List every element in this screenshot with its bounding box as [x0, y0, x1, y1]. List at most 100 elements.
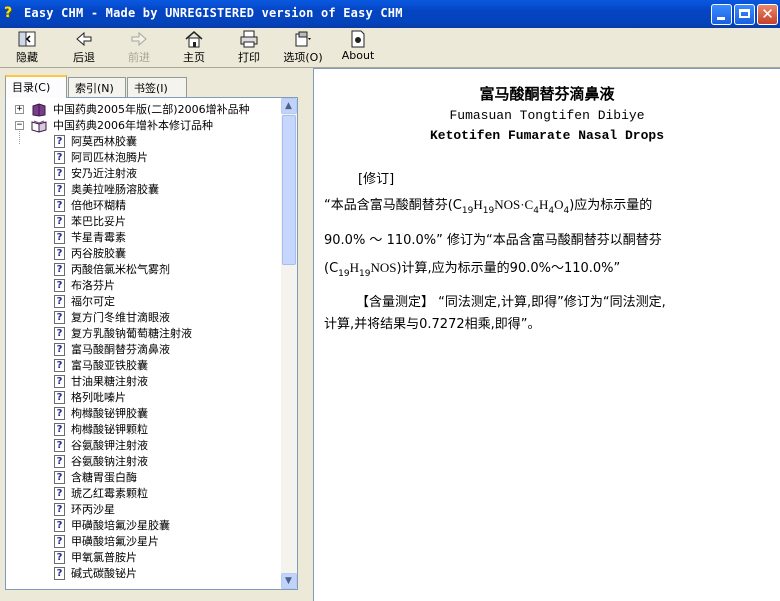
tree-item[interactable]: ? 奥美拉唑肠溶胶囊 — [6, 182, 281, 198]
hide-button[interactable]: 隐藏 — [10, 30, 44, 66]
title-bar: ? Easy CHM - Made by UNREGISTERED versio… — [0, 0, 780, 28]
content-pane: 富马酸酮替芬滴鼻液 Fumasuan Tongtifen Dibiye Keto… — [313, 68, 780, 601]
home-icon — [185, 31, 203, 48]
help-topic-icon: ? — [54, 391, 65, 404]
help-topic-icon: ? — [54, 199, 65, 212]
help-topic-icon: ? — [54, 551, 65, 564]
window-title: Easy CHM - Made by UNREGISTERED version … — [24, 6, 403, 20]
chm-help-icon: ? — [4, 5, 13, 21]
help-topic-icon: ? — [54, 567, 65, 580]
tree-item[interactable]: ? 甲磺酸培氟沙星胶囊 — [6, 518, 281, 534]
tree-item[interactable]: ? 福尔可定 — [6, 294, 281, 310]
minimize-icon — [717, 17, 725, 20]
tree-item[interactable]: ? 复方乳酸钠葡萄糖注射液 — [6, 326, 281, 342]
tree-item[interactable]: ? 富马酸亚铁胶囊 — [6, 358, 281, 374]
tree-book-2005[interactable]: + 中国药典2005年版(二部)2006增补品种 — [6, 102, 281, 118]
help-topic-icon: ? — [54, 231, 65, 244]
maximize-icon — [739, 9, 750, 18]
help-topic-icon: ? — [54, 247, 65, 260]
hide-pane-icon — [18, 31, 36, 47]
help-topic-icon: ? — [54, 471, 65, 484]
contents-tree[interactable]: + 中国药典2005年版(二部)2006增补品种 − 中国药典2006年增补本修… — [5, 97, 298, 590]
scroll-down-icon: ▼ — [285, 576, 292, 586]
about-page-icon — [351, 30, 365, 48]
print-button[interactable]: 打印 — [232, 30, 266, 66]
home-button[interactable]: 主页 — [177, 30, 211, 66]
tree-item[interactable]: ? 环丙沙星 — [6, 502, 281, 518]
help-topic-icon: ? — [54, 375, 65, 388]
tree-item[interactable]: ? 碱式碳酸铋片 — [6, 566, 281, 582]
help-topic-icon: ? — [54, 279, 65, 292]
tree-item[interactable]: ? 甘油果糖注射液 — [6, 374, 281, 390]
paragraph-1-line-1: “本品含富马酸酮替芬(C19H19NOS·C4H4O4)应为标示量的 — [324, 197, 653, 216]
about-button[interactable]: About — [340, 30, 376, 66]
help-topic-icon: ? — [54, 295, 65, 308]
tree-item[interactable]: ? 谷氨酸钠注射液 — [6, 454, 281, 470]
tab-bookmarks[interactable]: 书签(I) — [127, 77, 187, 97]
tree-item[interactable]: ? 甲磺酸培氟沙星片 — [6, 534, 281, 550]
tree-item[interactable]: ? 含糖胃蛋白酶 — [6, 470, 281, 486]
help-topic-icon: ? — [54, 327, 65, 340]
close-icon: ✕ — [761, 5, 774, 23]
tree-item[interactable]: ? 富马酸酮替芬滴鼻液 — [6, 342, 281, 358]
tree-item[interactable]: ? 安乃近注射液 — [6, 166, 281, 182]
help-topic-icon: ? — [54, 343, 65, 356]
help-topic-icon: ? — [54, 167, 65, 180]
tree-item[interactable]: ? 枸橼酸铋钾颗粒 — [6, 422, 281, 438]
paragraph-1-line-3: (C19H19NOS)计算,应为标示量的90.0%～110.0%” — [324, 260, 621, 279]
open-book-icon — [31, 120, 47, 133]
help-topic-icon: ? — [54, 183, 65, 196]
help-topic-icon: ? — [54, 407, 65, 420]
tree-item[interactable]: ? 琥乙红霉素颗粒 — [6, 486, 281, 502]
tree-scrollbar[interactable]: ▲ ▼ — [281, 98, 297, 589]
scroll-up-icon: ▲ — [285, 101, 292, 111]
help-topic-icon: ? — [54, 359, 65, 372]
tree-item[interactable]: ? 复方门冬维甘滴眼液 — [6, 310, 281, 326]
back-arrow-icon — [76, 31, 92, 47]
expand-icon[interactable]: + — [15, 105, 24, 114]
tree-item[interactable]: ? 倍他环糊精 — [6, 198, 281, 214]
help-topic-icon: ? — [54, 423, 65, 436]
help-topic-icon: ? — [54, 439, 65, 452]
page-title: 富马酸酮替芬滴鼻液 — [479, 85, 615, 103]
tree-book-2006[interactable]: − 中国药典2006年增补本修订品种 — [6, 118, 281, 134]
options-icon — [295, 31, 311, 47]
navigation-pane: 目录(C) 索引(N) 书签(I) + 中国药典2005年版(二部)2006增补… — [0, 68, 308, 601]
tree-item[interactable]: ? 布洛芬片 — [6, 278, 281, 294]
help-topic-icon: ? — [54, 519, 65, 532]
closed-book-icon — [32, 103, 46, 117]
tree-item[interactable]: ? 谷氨酸钾注射液 — [6, 438, 281, 454]
paragraph-2-line-1: 【含量测定】 “同法测定,计算,即得”修订为“同法测定, — [356, 295, 666, 310]
back-button[interactable]: 后退 — [67, 30, 101, 66]
tree-item[interactable]: ? 格列吡嗪片 — [6, 390, 281, 406]
close-button[interactable]: ✕ — [757, 4, 778, 25]
maximize-button[interactable] — [734, 4, 755, 25]
scroll-thumb[interactable] — [282, 115, 296, 265]
tab-contents[interactable]: 目录(C) — [5, 75, 67, 98]
tree-item[interactable]: ? 阿莫西林胶囊 — [6, 134, 281, 150]
tree-item[interactable]: ? 苄星青霉素 — [6, 230, 281, 246]
forward-button[interactable]: 前进 — [121, 30, 157, 66]
assay-label: 【含量测定】 — [356, 295, 435, 310]
tree-item[interactable]: ? 阿司匹林泡腾片 — [6, 150, 281, 166]
tree-item[interactable]: ? 丙谷胺胶囊 — [6, 246, 281, 262]
paragraph-1-line-2: 90.0% ～ 110.0%” 修订为“本品含富马酸酮替芬以酮替芬 — [324, 233, 662, 248]
tree-item[interactable]: ? 丙酸倍氯米松气雾剂 — [6, 262, 281, 278]
options-button[interactable]: 选项(O) — [280, 30, 326, 66]
page-english-name: Ketotifen Fumarate Nasal Drops — [429, 128, 665, 143]
tree-item[interactable]: ? 甲氧氯普胺片 — [6, 550, 281, 566]
revision-label: [修订] — [358, 172, 395, 187]
tree-item[interactable]: ? 枸橼酸铋钾胶囊 — [6, 406, 281, 422]
minimize-button[interactable] — [711, 4, 732, 25]
tab-index[interactable]: 索引(N) — [68, 77, 126, 97]
help-topic-icon: ? — [54, 503, 65, 516]
help-topic-icon: ? — [54, 151, 65, 164]
scroll-down-button[interactable]: ▼ — [281, 573, 297, 589]
forward-arrow-icon — [131, 31, 147, 47]
scroll-up-button[interactable]: ▲ — [281, 98, 297, 114]
tree-item[interactable]: ? 苯巴比妥片 — [6, 214, 281, 230]
help-topic-icon: ? — [54, 135, 65, 148]
help-topic-icon: ? — [54, 311, 65, 324]
printer-icon — [240, 30, 258, 48]
collapse-icon[interactable]: − — [15, 121, 24, 130]
